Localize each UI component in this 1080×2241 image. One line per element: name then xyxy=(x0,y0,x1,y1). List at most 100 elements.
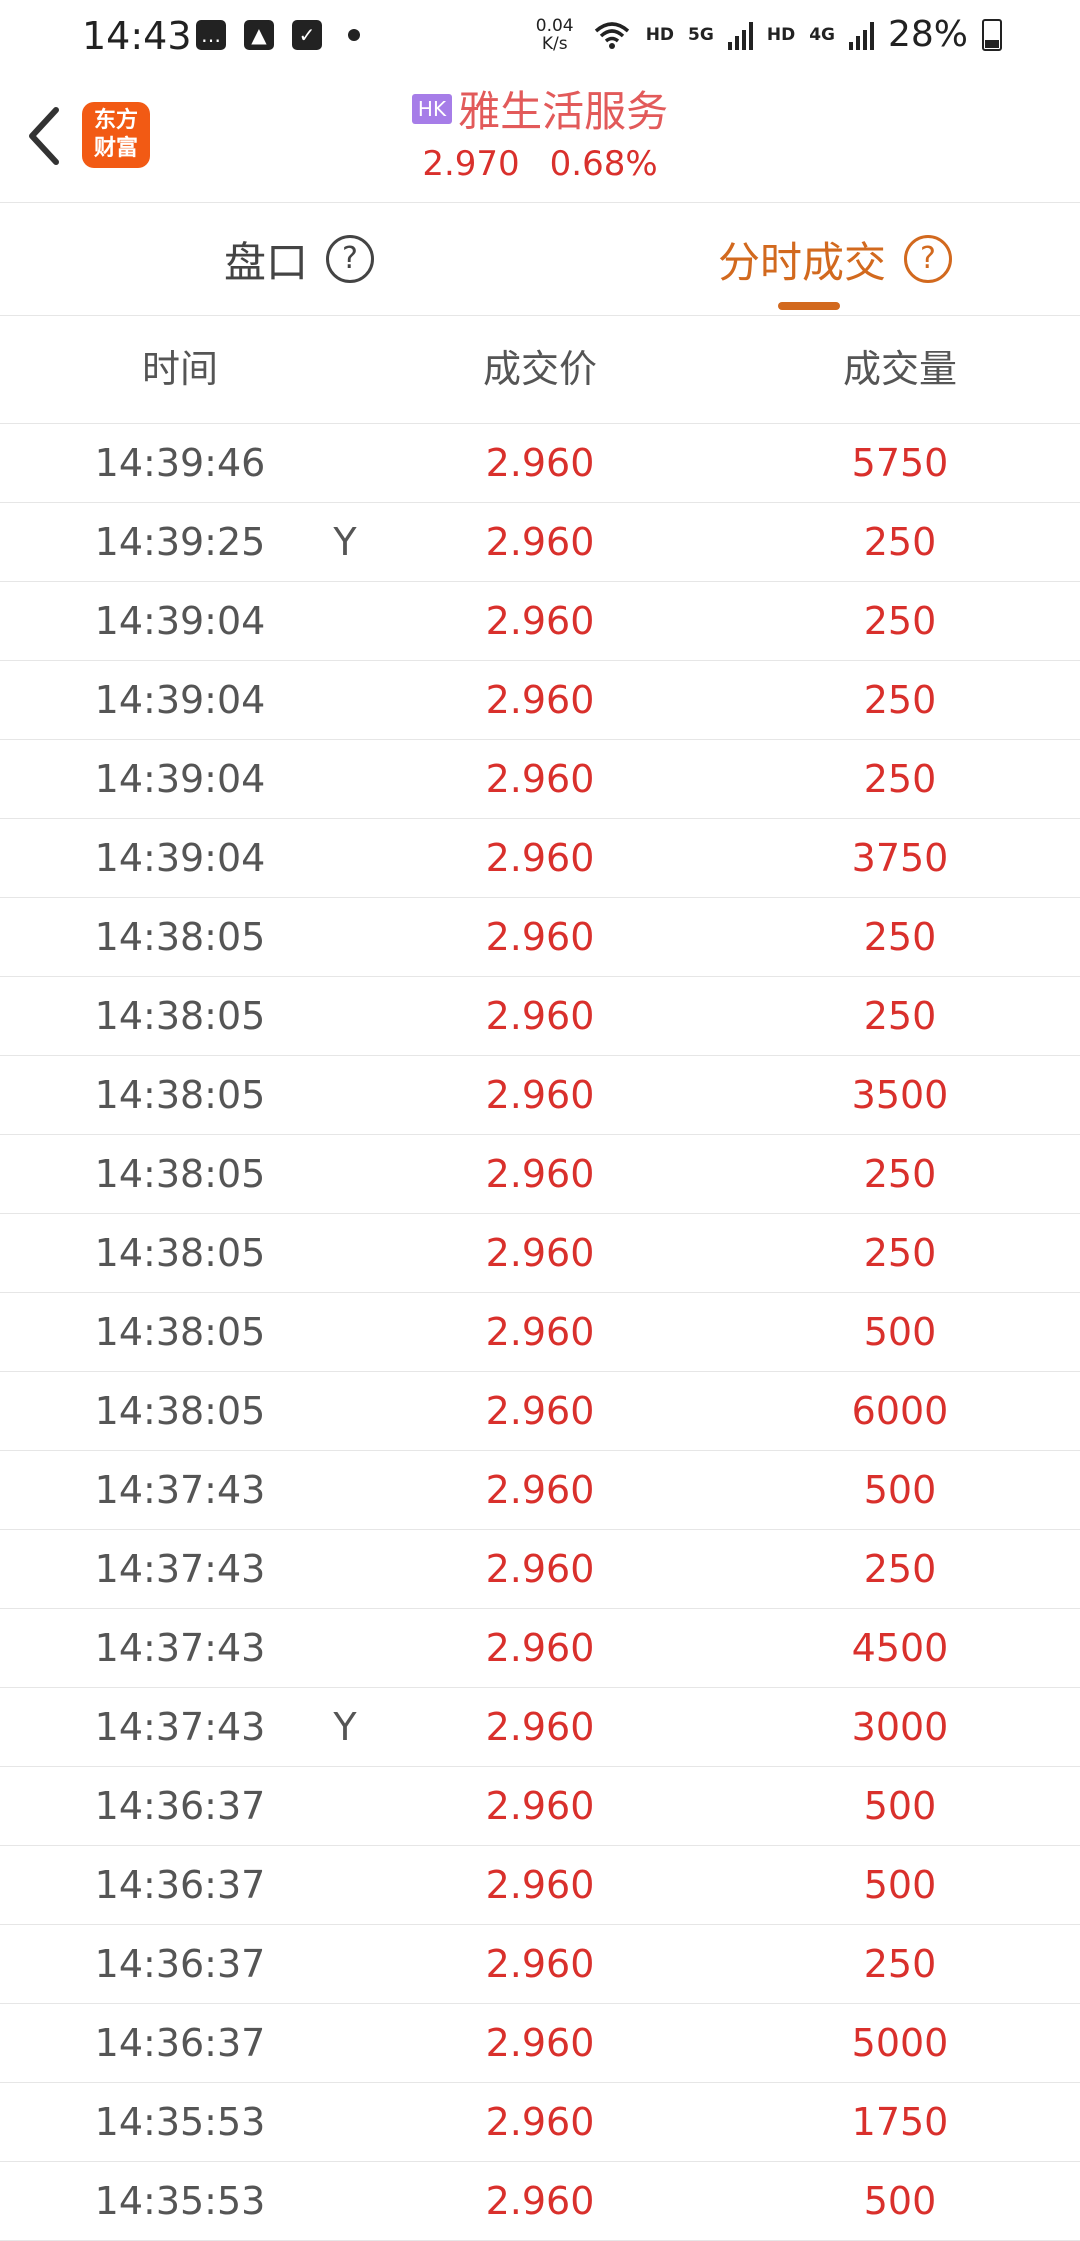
table-row: 14:39:04 2.960 3750 xyxy=(0,819,1080,898)
network-5g-label: 5G xyxy=(688,24,714,45)
net-speed-unit: K/s xyxy=(541,33,568,54)
table-row: 14:35:53 2.960 500 xyxy=(0,2162,1080,2241)
trade-price: 2.960 xyxy=(485,915,595,959)
trade-time: 14:38:05 xyxy=(94,1152,266,1196)
market-badge: HK xyxy=(411,93,453,124)
trade-time: 14:39:04 xyxy=(94,599,266,643)
trade-price: 2.960 xyxy=(485,1389,595,1433)
tab-time-sales[interactable]: 分时成交 ? xyxy=(718,203,953,315)
trade-volume: 250 xyxy=(863,915,937,959)
trade-price: 2.960 xyxy=(485,836,595,880)
column-volume-header: 成交量 xyxy=(842,347,957,391)
help-icon[interactable]: ? xyxy=(326,235,375,283)
signal-icon-2 xyxy=(848,20,874,50)
trade-volume: 4500 xyxy=(851,1626,949,1670)
trade-price: 2.960 xyxy=(485,2021,595,2065)
trade-time: 14:38:05 xyxy=(94,915,266,959)
trade-time: 14:39:46 xyxy=(94,441,266,485)
column-time-header: 时间 xyxy=(141,347,218,391)
trade-time: 14:38:05 xyxy=(94,994,266,1038)
trade-price: 2.960 xyxy=(485,1073,595,1117)
trade-flag: Y xyxy=(333,1705,357,1749)
active-tab-indicator xyxy=(778,302,840,310)
table-row: 14:37:43 2.960 500 xyxy=(0,1451,1080,1530)
help-icon[interactable]: ? xyxy=(904,235,953,283)
trade-volume: 250 xyxy=(863,678,937,722)
tab-order-book-label: 盘口 xyxy=(224,237,309,287)
trade-time: 14:35:53 xyxy=(94,2179,266,2223)
trade-time: 14:36:37 xyxy=(94,1784,266,1828)
trade-price: 2.960 xyxy=(485,994,595,1038)
trade-price: 2.960 xyxy=(485,2100,595,2144)
trade-time: 14:38:05 xyxy=(94,1231,266,1275)
price-row: 2.970 0.68% xyxy=(0,144,1080,184)
trade-time: 14:36:37 xyxy=(94,1942,266,1986)
trade-volume: 250 xyxy=(863,520,937,564)
table-row: 14:39:04 2.960 250 xyxy=(0,582,1080,661)
trade-flag xyxy=(320,2083,370,2161)
trade-volume: 250 xyxy=(863,1231,937,1275)
table-row: 14:38:05 2.960 500 xyxy=(0,1293,1080,1372)
battery-percent: 28% xyxy=(887,14,968,55)
trade-price: 2.960 xyxy=(485,1784,595,1828)
trade-flag xyxy=(320,819,370,897)
trade-time: 14:39:04 xyxy=(94,836,266,880)
trade-time: 14:37:43 xyxy=(94,1468,266,1512)
trade-flag xyxy=(320,661,370,739)
trade-volume: 250 xyxy=(863,994,937,1038)
trade-price: 2.960 xyxy=(485,678,595,722)
trade-price: 2.960 xyxy=(485,1468,595,1512)
trade-volume: 3000 xyxy=(851,1705,949,1749)
trade-volume: 250 xyxy=(863,1152,937,1196)
trade-flag xyxy=(320,1293,370,1371)
trade-time: 14:37:43 xyxy=(94,1547,266,1591)
trade-time: 14:37:43 xyxy=(94,1626,266,1670)
signal-icon-1 xyxy=(727,20,753,50)
trade-flag: Y xyxy=(333,520,357,564)
table-header: 时间 成交价 成交量 xyxy=(0,316,1080,424)
trade-volume: 3500 xyxy=(851,1073,949,1117)
trade-volume: 5750 xyxy=(851,441,949,485)
trade-flag xyxy=(320,582,370,660)
trade-price: 2.960 xyxy=(485,757,595,801)
trade-price: 2.960 xyxy=(485,1231,595,1275)
table-row: 14:39:04 2.960 250 xyxy=(0,740,1080,819)
table-row: 14:38:05 2.960 6000 xyxy=(0,1372,1080,1451)
tab-time-sales-label: 分时成交 xyxy=(718,237,887,287)
trade-flag xyxy=(320,424,370,502)
trade-time: 14:38:05 xyxy=(94,1310,266,1354)
trade-flag xyxy=(320,1135,370,1213)
table-row: 14:38:05 2.960 250 xyxy=(0,1135,1080,1214)
trade-flag xyxy=(320,740,370,818)
stock-title: HK 雅生活服务 xyxy=(0,78,1080,139)
trade-flag xyxy=(320,1372,370,1450)
trade-volume: 6000 xyxy=(851,1389,949,1433)
trade-time: 14:37:43 xyxy=(94,1705,266,1749)
trade-flag xyxy=(320,1214,370,1292)
trade-flag xyxy=(320,2004,370,2082)
hd-label-2: HD xyxy=(766,24,796,45)
tab-order-book[interactable]: 盘口 ? xyxy=(224,203,375,315)
table-row: 14:37:43 2.960 4500 xyxy=(0,1609,1080,1688)
trade-volume: 500 xyxy=(863,1310,937,1354)
network-4g-label: 4G xyxy=(809,24,835,45)
trade-time: 14:38:05 xyxy=(94,1389,266,1433)
table-row: 14:38:05 2.960 250 xyxy=(0,977,1080,1056)
change-percent: 0.68% xyxy=(549,144,658,184)
more-dot-icon xyxy=(348,29,360,41)
trade-price: 2.960 xyxy=(485,599,595,643)
trade-time: 14:39:04 xyxy=(94,678,266,722)
table-row: 14:38:05 2.960 3500 xyxy=(0,1056,1080,1135)
trade-price: 2.960 xyxy=(485,441,595,485)
trade-volume: 500 xyxy=(863,1468,937,1512)
table-row: 14:36:37 2.960 5000 xyxy=(0,2004,1080,2083)
trade-time: 14:39:25 xyxy=(94,520,266,564)
trade-list[interactable]: 14:39:46 2.960 5750 14:39:25 Y 2.960 250 14:39:… xyxy=(0,424,1080,2241)
battery-icon xyxy=(982,18,1002,51)
trade-price: 2.960 xyxy=(485,1547,595,1591)
table-row: 14:38:05 2.960 250 xyxy=(0,898,1080,977)
trade-price: 2.960 xyxy=(485,2179,595,2223)
trade-volume: 500 xyxy=(863,1784,937,1828)
status-time: 14:43 xyxy=(82,14,192,58)
status-right: 0.04 K/s HD 5G HD 4G 28% xyxy=(532,14,1002,55)
